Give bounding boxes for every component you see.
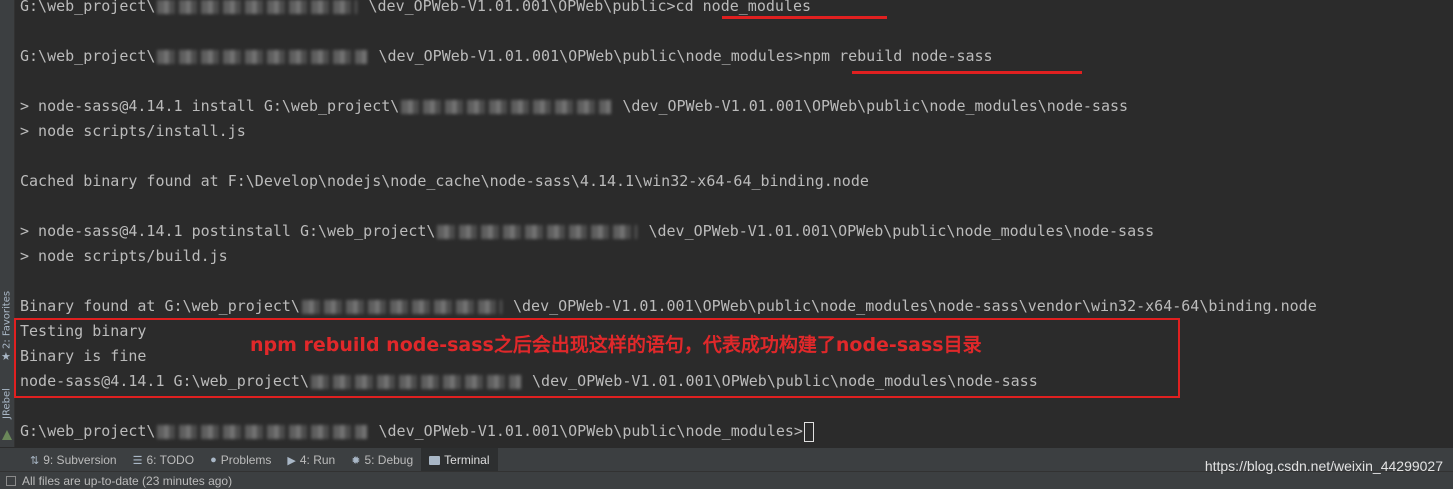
terminal-cursor <box>803 421 814 442</box>
tool-debug-label: 5: Debug <box>364 453 414 467</box>
terminal-line: Cached binary found at F:\Develop\nodejs… <box>20 172 869 190</box>
terminal-line: > node-sass@4.14.1 postinstall G:\web_pr… <box>20 222 1155 240</box>
status-text: All files are up-to-date (23 minutes ago… <box>22 473 233 488</box>
tool-terminal[interactable]: Terminal <box>421 448 498 472</box>
tool-subversion-label: 9: Subversion <box>43 453 117 467</box>
redacted-text <box>301 299 502 314</box>
problems-icon: ● <box>210 454 217 466</box>
redacted-text <box>157 49 368 64</box>
terminal-line: G:\web_project\ \dev_OPWeb-V1.01.001\OPW… <box>20 47 993 65</box>
status-icon <box>6 475 16 486</box>
jrebel-tab-label: JRebel <box>1 388 13 420</box>
tool-problems[interactable]: ● Problems <box>202 448 279 472</box>
redacted-text <box>157 0 358 14</box>
jrebel-icon <box>2 430 12 440</box>
todo-icon: ☰ <box>132 454 143 467</box>
tool-debug[interactable]: ✹ 5: Debug <box>343 448 421 472</box>
favorites-tab[interactable]: 2: Favorites <box>0 285 14 355</box>
run-icon: ▶ <box>287 454 296 467</box>
highlight-underline-rebuild <box>852 71 1082 74</box>
tool-problems-label: Problems <box>220 453 272 467</box>
redacted-text <box>437 224 638 239</box>
favorites-tab-label: 2: Favorites <box>1 290 13 350</box>
redacted-text <box>157 424 368 439</box>
tool-terminal-label: Terminal <box>444 453 490 467</box>
terminal-icon <box>429 455 441 465</box>
star-icon: ★ <box>1 350 11 363</box>
terminal-line: G:\web_project\ \dev_OPWeb-V1.01.001\OPW… <box>20 0 812 15</box>
subversion-icon: ⇅ <box>30 454 40 467</box>
highlight-underline-cd <box>722 16 887 19</box>
annotation-text: npm rebuild node-sass之后会出现这样的语句，代表成功构建了n… <box>250 334 982 356</box>
jrebel-tab[interactable]: JRebel <box>0 380 14 428</box>
watermark: https://blog.csdn.net/weixin_44299027 <box>1204 458 1443 474</box>
tool-subversion[interactable]: ⇅ 9: Subversion <box>22 448 125 472</box>
terminal-line: > node-sass@4.14.1 install G:\web_projec… <box>20 97 1129 115</box>
terminal-line: > node scripts/install.js <box>20 122 246 140</box>
redacted-text <box>401 99 612 114</box>
terminal-line: > node scripts/build.js <box>20 247 228 265</box>
debug-icon: ✹ <box>351 454 361 467</box>
tool-todo-label: 6: TODO <box>146 453 195 467</box>
tool-todo[interactable]: ☰ 6: TODO <box>125 448 202 472</box>
terminal-line: Binary found at G:\web_project\ \dev_OPW… <box>20 297 1317 315</box>
terminal-prompt-line: G:\web_project\ \dev_OPWeb-V1.01.001\OPW… <box>20 419 814 444</box>
tool-run[interactable]: ▶ 4: Run <box>279 448 343 472</box>
tool-run-label: 4: Run <box>299 453 336 467</box>
side-tool-rail: 2: Favorites ★ JRebel <box>0 0 15 447</box>
